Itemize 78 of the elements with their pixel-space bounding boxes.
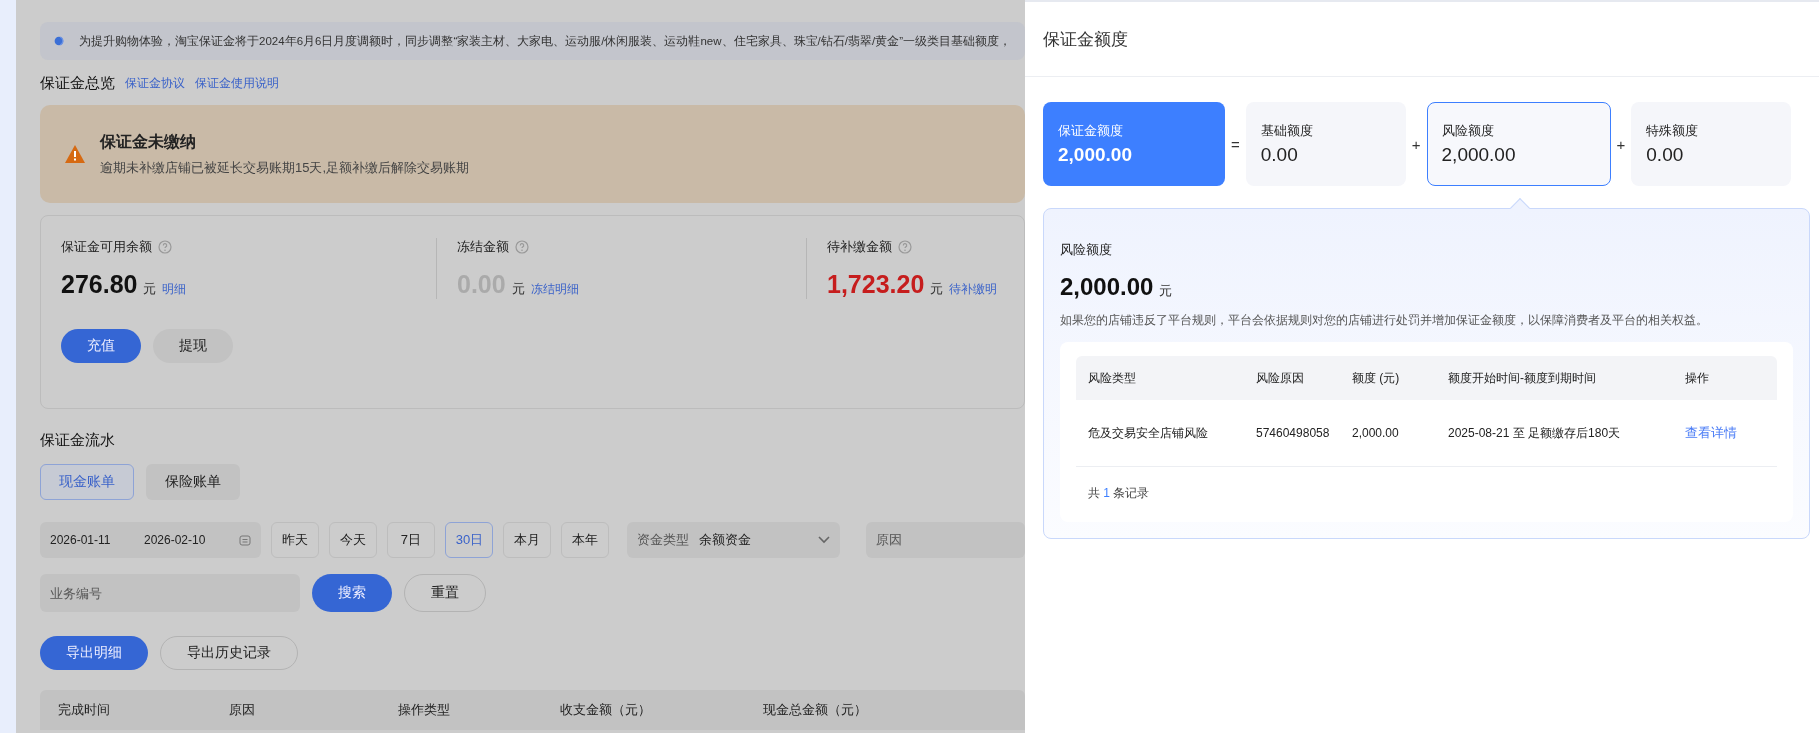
date-range-button[interactable]: 7日 (386, 522, 435, 558)
date-range-field[interactable]: 2026-01-11 2026-02-10 (40, 522, 261, 558)
detail-description: 如果您的店铺违反了平台规则，平台会依据规则对您的店铺进行处罚并增加保证金额度，以保障消费者及平台的相关权益。 (1060, 313, 1709, 328)
stat-label: 保证金可用余额 (61, 238, 152, 256)
quota-card[interactable]: 基础额度 0.00 (1245, 102, 1406, 186)
table-cell-text: 危及交易安全店铺风险 (1087, 424, 1209, 442)
notice-text: 为提升购物体验，淘宝保证金将于2024年6月6日月度调额时，同步调整“家装主材、大家电、运动服/休闲服装、运动鞋new、住宅家具、珠宝/钻石/翡翠/黄金”一级类目基础额度， (79, 33, 1011, 49)
unit-label: 元 (1159, 282, 1173, 300)
link[interactable]: 保证金协议 (125, 75, 185, 92)
alert-title: 保证金未缴纳 (100, 131, 197, 152)
calendar-icon (238, 534, 251, 546)
reason-select[interactable]: 原因 (865, 522, 1025, 558)
warning-icon (64, 144, 86, 164)
unit-label: 元 (511, 280, 525, 298)
detail-link[interactable]: 明细 (162, 281, 187, 298)
unit-label: 元 (930, 280, 944, 298)
column-header: 收支金额（元） (560, 701, 652, 719)
quota-value: 2,000.00 (1441, 144, 1517, 166)
section-title: 保证金流水 (40, 431, 116, 450)
quota-value: 0.00 (1646, 144, 1685, 166)
help-icon[interactable] (515, 240, 529, 254)
view-details-link[interactable]: 查看详情 (1685, 425, 1737, 440)
quota-label: 基础额度 (1260, 122, 1314, 140)
tab[interactable]: 保险账单 (146, 464, 240, 500)
detail-amount: 2,000.00 (1060, 273, 1154, 301)
chevron-down-icon (817, 536, 830, 544)
quota-value: 0.00 (1260, 144, 1299, 166)
stat-value: 1,723.20 (827, 270, 925, 299)
column-header: 操作 (1684, 369, 1710, 387)
stat-label: 冻结金额 (457, 238, 509, 256)
column-header: 风险原因 (1255, 369, 1305, 387)
detail-link[interactable]: 待补缴明 (949, 281, 998, 298)
column-header: 现金总金额（元） (763, 701, 867, 719)
quota-card[interactable]: 风险额度 2,000.00 (1426, 102, 1611, 186)
quota-label: 特殊额度 (1646, 122, 1700, 140)
column-header: 完成时间 (58, 701, 111, 719)
withdraw-button[interactable]: 提现 (153, 329, 233, 363)
date-range-button[interactable]: 30日 (444, 522, 493, 558)
unit-label: 元 (143, 280, 157, 298)
stat-label: 待补缴金额 (827, 238, 892, 256)
quota-label: 风险额度 (1441, 122, 1495, 140)
quota-label: 保证金额度 (1058, 122, 1124, 140)
date-range-button[interactable]: 今天 (328, 522, 377, 558)
select-value: 余额资金 (698, 531, 751, 549)
column-header: 额度 (元) (1351, 369, 1401, 387)
table-cell-text: 2025-08-21 至 足额缴存后180天 (1447, 424, 1622, 442)
help-icon[interactable] (898, 240, 912, 254)
stat-value: 276.80 (61, 270, 138, 299)
quota-value: 2,000.00 (1058, 144, 1133, 166)
date-range-button[interactable]: 本年 (560, 522, 609, 558)
detail-link[interactable]: 冻结明细 (530, 281, 579, 298)
link[interactable]: 保证金使用说明 (195, 75, 279, 92)
record-count: 共 1 条记录 (1087, 485, 1151, 502)
column-header: 风险类型 (1087, 369, 1137, 387)
operator: + (1411, 135, 1421, 153)
column-header: 操作类型 (398, 701, 451, 719)
search-button[interactable]: 搜索 (312, 574, 392, 612)
quota-card[interactable]: 保证金额度 2,000.00 (1043, 102, 1225, 186)
alert-message: 逾期未补缴店铺已被延长交易账期15天,足额补缴后解除交易账期 (100, 158, 470, 177)
section-title: 保证金总览 (40, 74, 115, 93)
export-button[interactable]: 导出明细 (40, 636, 148, 670)
operator: = (1231, 135, 1240, 153)
table-cell-text: 57460498058 (1255, 426, 1331, 440)
date-range-button[interactable]: 昨天 (270, 522, 319, 558)
field-label: 资金类型 (636, 531, 689, 549)
drawer-title: 保证金额度 (1025, 2, 1819, 77)
operator: + (1616, 135, 1626, 153)
tab[interactable]: 现金账单 (40, 464, 134, 500)
fund-type-select[interactable]: 资金类型 余额资金 (626, 522, 840, 558)
detail-title: 风险额度 (1060, 241, 1113, 259)
date-range-button[interactable]: 本月 (502, 522, 551, 558)
help-icon[interactable] (158, 240, 172, 254)
table-cell-text: 2,000.00 (1351, 426, 1400, 440)
quota-card[interactable]: 特殊额度 0.00 (1631, 102, 1792, 186)
column-header: 额度开始时间-额度到期时间 (1447, 369, 1597, 387)
recharge-button[interactable]: 充值 (61, 329, 141, 363)
column-header: 原因 (229, 701, 256, 719)
business-number-field[interactable]: 业务编号 (40, 574, 300, 612)
